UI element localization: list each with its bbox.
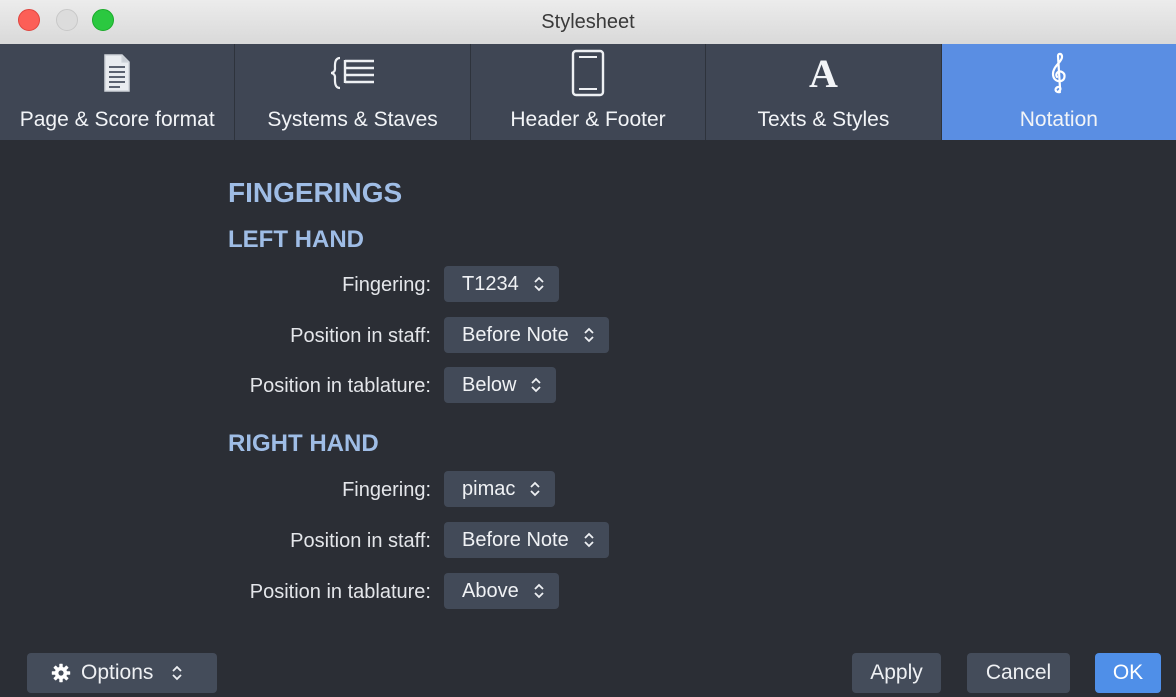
staff-position-label: Position in staff: [290, 530, 431, 552]
staff-position-label: Position in staff: [290, 325, 431, 347]
select-value: Above [462, 579, 519, 602]
select-value: Before Note [462, 323, 569, 346]
left-hand-title: LEFT HAND [228, 226, 364, 253]
options-label: Options [81, 661, 154, 684]
treble-clef-icon [1048, 48, 1070, 98]
tablature-position-label: Position in tablature: [249, 581, 431, 603]
systems-icon [330, 48, 376, 98]
tablature-position-label: Position in tablature: [249, 375, 431, 397]
chevron-up-down-icon [533, 275, 545, 293]
tab-header-footer[interactable]: Header & Footer [471, 44, 707, 140]
header-footer-icon [571, 48, 605, 98]
left-staff-position-row: Position in staff: Before Note [0, 317, 1176, 353]
select-value: T1234 [462, 272, 519, 295]
stylesheet-tabs: Page & Score format Systems & Staves Hea… [0, 44, 1176, 140]
fingering-label: Fingering: [342, 274, 431, 296]
chevron-up-down-icon [529, 480, 541, 498]
tab-systems-staves[interactable]: Systems & Staves [235, 44, 471, 140]
select-value: pimac [462, 477, 516, 500]
chevron-up-down-icon [583, 326, 595, 344]
chevron-up-down-icon [533, 582, 545, 600]
gear-icon [51, 663, 71, 683]
tab-notation[interactable]: Notation [941, 44, 1176, 140]
left-tablature-position-select[interactable]: Below [444, 367, 557, 403]
tab-label: Page & Score format [19, 108, 215, 131]
section-title: FINGERINGS [228, 177, 403, 208]
page-icon [102, 48, 132, 98]
right-fingering-row: Fingering: pimac [0, 471, 1176, 507]
tab-label: Systems & Staves [267, 108, 438, 131]
options-button[interactable]: Options [27, 653, 217, 693]
select-value: Below [462, 373, 517, 396]
left-fingering-select[interactable]: T1234 [444, 266, 559, 302]
fingering-label: Fingering: [342, 479, 431, 501]
left-tablature-position-row: Position in tablature: Below [0, 367, 1176, 403]
chevron-up-down-icon [171, 664, 183, 682]
right-tablature-position-select[interactable]: Above [444, 573, 559, 609]
tab-page-score-format[interactable]: Page & Score format [0, 44, 236, 140]
right-tablature-position-row: Position in tablature: Above [0, 573, 1176, 609]
tab-label: Notation [1019, 108, 1098, 131]
tab-label: Texts & Styles [757, 108, 890, 131]
left-staff-position-select[interactable]: Before Note [444, 317, 609, 353]
title-bar: Stylesheet [0, 0, 1176, 45]
select-value: Before Note [462, 528, 569, 551]
left-fingering-row: Fingering: T1234 [0, 266, 1176, 302]
chevron-up-down-icon [583, 531, 595, 549]
right-fingering-select[interactable]: pimac [444, 471, 556, 507]
right-staff-position-select[interactable]: Before Note [444, 522, 609, 558]
tab-texts-styles[interactable]: A Texts & Styles [706, 44, 942, 140]
tab-label: Header & Footer [510, 108, 666, 131]
text-style-icon: A [808, 50, 838, 96]
stylesheet-window: Stylesheet Page & Score format Systems &… [0, 0, 1176, 697]
apply-button[interactable]: Apply [852, 653, 941, 693]
chevron-up-down-icon [530, 376, 542, 394]
ok-button[interactable]: OK [1095, 653, 1161, 693]
right-hand-title: RIGHT HAND [228, 430, 379, 457]
cancel-button[interactable]: Cancel [967, 653, 1070, 693]
window-title: Stylesheet [541, 11, 635, 33]
right-staff-position-row: Position in staff: Before Note [0, 522, 1176, 558]
